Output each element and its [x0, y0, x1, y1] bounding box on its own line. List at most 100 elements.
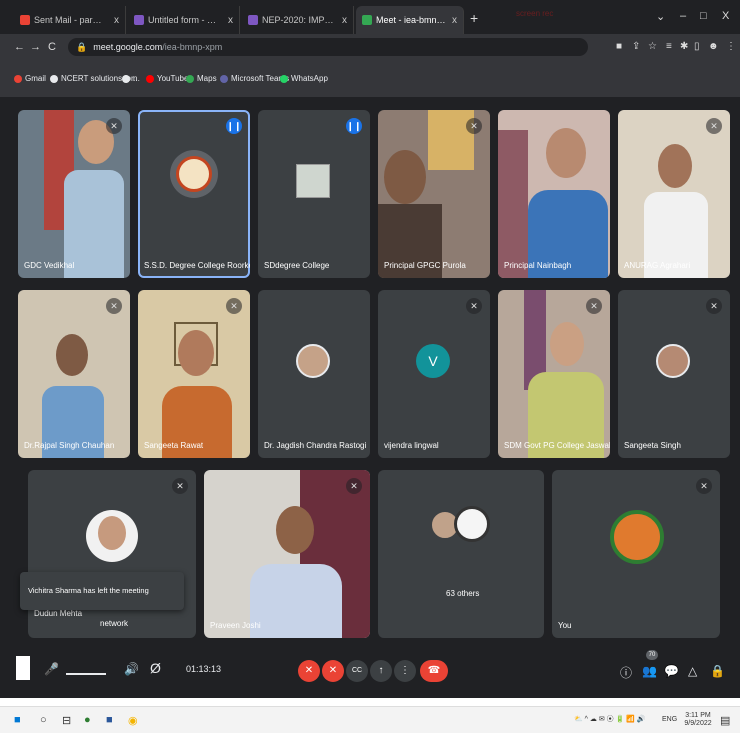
notification-icon[interactable]: ▤ — [720, 714, 730, 727]
tray-icons[interactable]: ⛅ ^ ☁ ✉ ⦿ 🔋 📶 🔊 — [574, 716, 646, 724]
close-window-button[interactable]: X — [722, 10, 729, 22]
tab-nep[interactable]: NEP-2020: IMPLEMENTATION AI x — [242, 6, 354, 34]
activities-icon[interactable]: △ — [688, 664, 697, 678]
clock-date: 9/9/2022 — [684, 720, 712, 727]
fullscreen-icon[interactable] — [16, 656, 30, 680]
tab-meet[interactable]: Meet - iea-bmnp-xpm x — [356, 6, 464, 34]
participant-tile[interactable]: Dr. Jagdish Chandra Rastogi — [258, 290, 370, 458]
maximize-button[interactable]: □ — [700, 10, 707, 22]
participant-name: Principal Nainbagh — [504, 261, 572, 270]
participant-tile[interactable]: Principal Nainbagh — [498, 110, 610, 278]
tab-search-icon[interactable]: ⌄ — [656, 10, 665, 23]
avatar — [296, 344, 330, 378]
participant-tile[interactable]: ✕ Dr.Rajpal Singh Chauhan — [18, 290, 130, 458]
chrome-icon[interactable]: ◉ — [128, 714, 138, 727]
participant-tile[interactable]: ✕ ANURAG Agrahari — [618, 110, 730, 278]
participant-tile[interactable]: ✕ GDC Vedikhal — [18, 110, 130, 278]
participant-tile[interactable]: ✕ Principal GPGC Purola — [378, 110, 490, 278]
more-options-button[interactable]: ⋮ — [394, 660, 416, 682]
profile-avatar-icon[interactable]: ☻ — [708, 41, 719, 52]
participant-name: Dr. Jagdish Chandra Rastogi — [264, 441, 367, 450]
captions-button[interactable]: CC — [346, 660, 368, 682]
bookmark-label: n — [133, 74, 138, 83]
speaker-icon[interactable]: 🔊 — [124, 662, 139, 676]
close-icon[interactable]: x — [452, 15, 457, 26]
bookmark-label: WhatsApp — [291, 74, 328, 83]
mic-off-icon: ✕ — [706, 298, 722, 314]
taskbar-clock[interactable]: 3:11 PM 9/9/2022 — [682, 712, 714, 728]
people-icon[interactable]: 👥 — [642, 664, 657, 678]
no-camera-icon[interactable]: Ø — [150, 660, 161, 676]
volume-slider[interactable] — [66, 673, 106, 675]
camera-off-button[interactable]: ✕ — [322, 660, 344, 682]
bookmark-gmail[interactable]: Gmail — [14, 74, 46, 83]
bookmark-whatsapp[interactable]: WhatsApp — [280, 74, 328, 83]
tab-title: NEP-2020: IMPLEMENTATION AI — [262, 15, 336, 25]
hang-up-button[interactable]: ☎ — [420, 660, 448, 682]
participant-name: vijendra lingwal — [384, 441, 439, 450]
forward-button[interactable]: → — [30, 41, 41, 53]
present-button[interactable]: ↑ — [370, 660, 392, 682]
menu-kebab-icon[interactable]: ⋮ — [726, 41, 736, 52]
windows-start-icon[interactable]: ■ — [14, 714, 21, 726]
task-view-icon[interactable]: ⊟ — [62, 714, 71, 727]
gmail-icon — [14, 74, 22, 83]
bookmark-n[interactable]: n — [122, 74, 137, 83]
participant-tile[interactable]: ❙❙ SDdegree College — [258, 110, 370, 278]
participant-tile[interactable]: V ✕ vijendra lingwal — [378, 290, 490, 458]
participant-tile[interactable]: ❙❙ S.S.D. Degree College Roorke... — [138, 110, 250, 278]
college-logo-icon — [176, 156, 212, 192]
face-shape — [658, 144, 692, 188]
participant-tile[interactable]: ✕ Dudun Mehta network — [28, 470, 196, 638]
participant-name: Dudun Mehta — [34, 609, 83, 618]
app-icon[interactable]: ● — [84, 714, 91, 726]
tab-title: Untitled form - Google Forms — [148, 15, 222, 25]
close-icon[interactable]: x — [228, 15, 233, 26]
youtube-icon — [146, 74, 154, 83]
language-indicator[interactable]: ENG — [662, 716, 677, 724]
chat-icon[interactable]: 💬 — [664, 664, 679, 678]
participant-tile[interactable]: ✕ You — [552, 470, 720, 638]
face-shape — [98, 516, 126, 550]
participant-tile[interactable]: ✕ Sangeeta Rawat — [138, 290, 250, 458]
participant-tile[interactable]: ✕ Sangeeta Singh — [618, 290, 730, 458]
word-icon[interactable]: ■ — [106, 714, 113, 726]
sidepanel-icon[interactable]: ▯ — [694, 41, 700, 52]
reload-button[interactable]: C — [48, 41, 56, 53]
share-icon[interactable]: ⇪ — [632, 41, 640, 52]
bookmark-youtube[interactable]: YouTube — [146, 74, 188, 83]
globe-icon — [122, 74, 130, 83]
back-button[interactable]: ← — [14, 41, 25, 53]
camera-indicator-icon[interactable]: ■ — [616, 41, 622, 52]
bookmark-maps[interactable]: Maps — [186, 74, 217, 83]
close-icon[interactable]: x — [114, 15, 119, 26]
puzzle-icon[interactable]: ✱ — [680, 41, 688, 52]
url-field[interactable]: 🔒 meet.google.com/iea-bmnp-xpm — [68, 38, 588, 56]
tab-gmail[interactable]: Sent Mail - parmanandchauhan! x — [14, 6, 126, 34]
participant-tile[interactable]: ✕ Praveen Joshi — [204, 470, 370, 638]
tab-google-forms[interactable]: Untitled form - Google Forms x — [128, 6, 240, 34]
participant-name: GDC Vedikhal — [24, 261, 75, 270]
search-icon[interactable]: ○ — [40, 714, 47, 726]
bookmark-star-icon[interactable]: ☆ — [648, 41, 657, 52]
close-icon[interactable]: x — [342, 15, 347, 26]
bookmark-label: YouTube — [157, 74, 189, 83]
face-shape — [384, 150, 426, 204]
participant-tile[interactable]: 63 others — [378, 470, 544, 638]
bookmarks-bar: Gmail NCERT solutions for... n YouTube M… — [0, 60, 740, 98]
meeting-timer: 01:13:13 — [186, 664, 222, 674]
extension-icon[interactable]: ≡ — [666, 41, 672, 52]
minimize-button[interactable]: – — [680, 10, 686, 22]
bookmark-teams[interactable]: Microsoft Teams — [220, 74, 289, 83]
info-icon[interactable]: ⓘ — [620, 664, 632, 681]
host-controls-icon[interactable]: 🔒 — [710, 664, 725, 678]
face-shape — [550, 322, 584, 366]
mic-off-icon: ✕ — [226, 298, 242, 314]
mic-off-icon: ✕ — [466, 118, 482, 134]
new-tab-button[interactable]: + — [470, 10, 478, 26]
shirt-shape — [250, 564, 342, 638]
mic-off-button[interactable]: ✕ — [298, 660, 320, 682]
mic-icon[interactable]: 🎤 — [44, 662, 59, 676]
participant-name: S.S.D. Degree College Roorke... — [144, 261, 250, 270]
participant-tile[interactable]: ✕ SDM Govt PG College Jaswal... — [498, 290, 610, 458]
